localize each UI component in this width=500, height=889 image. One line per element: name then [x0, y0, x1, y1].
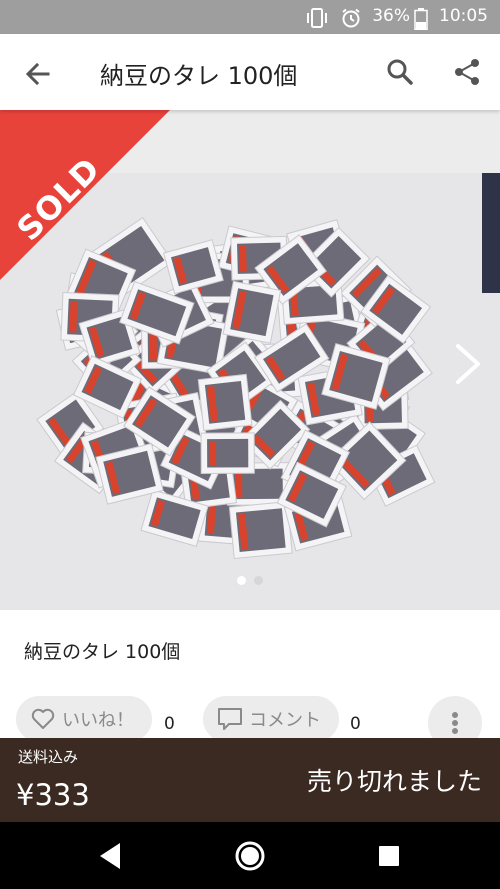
alarm-icon [342, 8, 360, 28]
vibrate-icon [307, 8, 327, 28]
nav-recents-icon[interactable] [372, 839, 406, 873]
item-name: 納豆のタレ 100個 [24, 641, 181, 663]
nav-back-icon[interactable] [94, 839, 128, 873]
price: ¥333 [16, 778, 90, 812]
comment-icon [218, 708, 242, 730]
battery-percent: 36% [372, 6, 410, 26]
share-icon[interactable] [451, 56, 483, 88]
page-title: 納豆のタレ 100個 [100, 62, 298, 90]
chevron-right-icon[interactable] [450, 342, 484, 386]
status-bar: 36% 10:05 [0, 0, 500, 34]
like-label: いいね！ [62, 710, 134, 731]
comment-count: 0 [350, 714, 361, 734]
system-nav-bar [0, 822, 500, 889]
like-button[interactable]: いいね！ [16, 696, 152, 742]
sold-out-status: 売り切れました [306, 767, 482, 796]
like-count: 0 [164, 714, 175, 734]
image-carousel[interactable]: SOLD [0, 110, 500, 610]
shipping-label: 送料込み [18, 748, 79, 766]
carousel-dot[interactable] [254, 576, 263, 585]
search-icon[interactable] [384, 56, 416, 88]
heart-icon [31, 708, 55, 729]
battery-icon [414, 8, 428, 30]
price-bar: 送料込み ¥333 売り切れました [0, 738, 500, 822]
nav-home-icon[interactable] [233, 839, 267, 873]
carousel-indicator [0, 570, 500, 589]
carousel-dot-active[interactable] [237, 576, 246, 585]
comment-button[interactable]: コメント [203, 696, 339, 742]
comment-label: コメント [249, 710, 321, 731]
item-info: 納豆のタレ 100個 いいね！ 0 コメント 0 [0, 610, 500, 750]
clock: 10:05 [439, 6, 488, 26]
app-bar: 納豆のタレ 100個 [0, 34, 500, 110]
back-arrow-icon[interactable] [22, 58, 54, 90]
